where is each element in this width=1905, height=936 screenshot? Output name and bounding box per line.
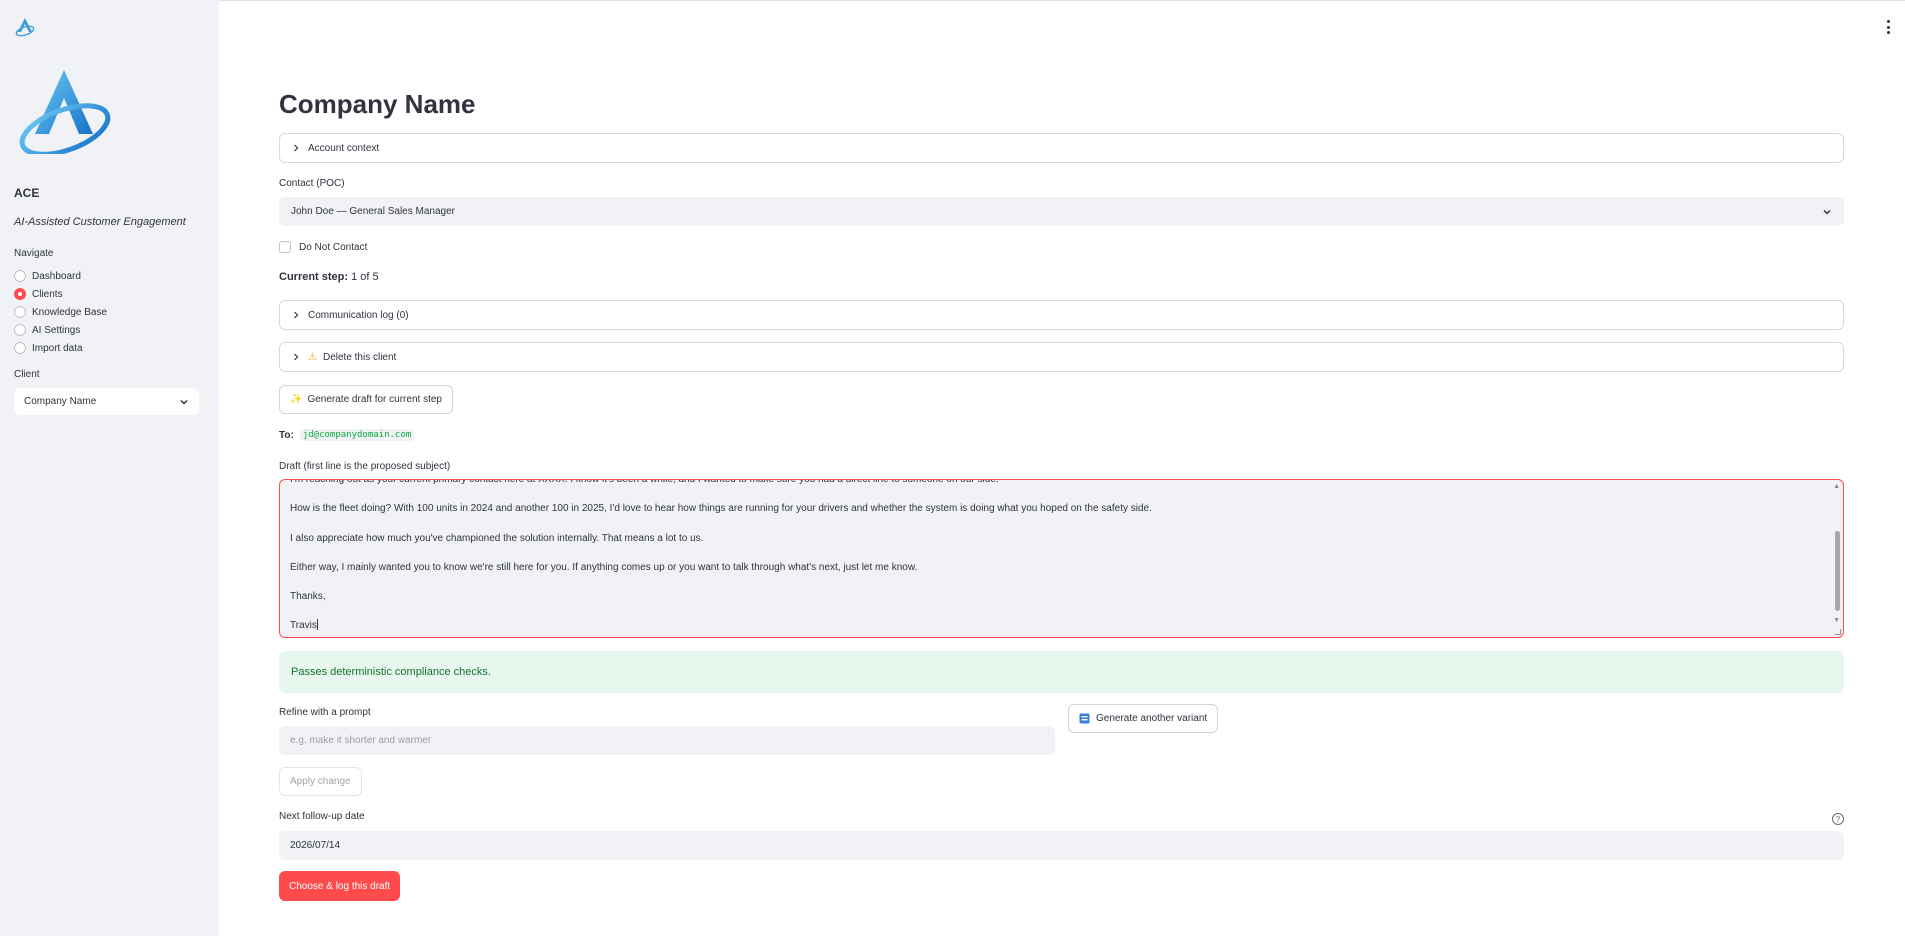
draft-text: I'm reaching out as your current primary… bbox=[290, 479, 1810, 637]
draft-textarea[interactable]: I'm reaching out as your current primary… bbox=[279, 479, 1844, 638]
nav-item-import-data[interactable]: Import data bbox=[14, 339, 107, 357]
chevron-down-icon bbox=[180, 399, 188, 405]
draft-scrollbar[interactable]: ▲ ▼ bbox=[1832, 481, 1842, 636]
followup-date-input[interactable]: 2026/07/14 bbox=[279, 831, 1844, 860]
recipient-email: jd@companydomain.com bbox=[299, 429, 415, 441]
variant-icon bbox=[1079, 713, 1090, 724]
resize-handle-icon[interactable] bbox=[1835, 629, 1841, 635]
account-context-expander[interactable]: Account context bbox=[279, 133, 1844, 163]
button-label: Generate another variant bbox=[1096, 713, 1208, 724]
radio-icon[interactable] bbox=[14, 270, 26, 282]
followup-date-value: 2026/07/14 bbox=[290, 840, 341, 851]
app-logo-icon bbox=[19, 70, 111, 154]
checkbox-label: Do Not Contact bbox=[299, 241, 368, 253]
checkbox-icon[interactable] bbox=[279, 241, 291, 253]
compliance-message: Passes deterministic compliance checks. bbox=[291, 666, 491, 678]
generate-variant-button[interactable]: Generate another variant bbox=[1068, 704, 1219, 733]
draft-line: I also appreciate how much you've champi… bbox=[290, 532, 704, 544]
client-select-value: Company Name bbox=[24, 396, 97, 407]
scroll-up-icon[interactable]: ▲ bbox=[1833, 483, 1840, 490]
refine-label: Refine with a prompt bbox=[279, 707, 371, 718]
draft-line: I'm reaching out as your current primary… bbox=[290, 479, 999, 485]
draft-line: Either way, I mainly wanted you to know … bbox=[290, 561, 918, 573]
communication-log-expander[interactable]: Communication log (0) bbox=[279, 300, 1844, 330]
expander-label: Communication log (0) bbox=[308, 309, 409, 321]
radio-icon[interactable] bbox=[14, 342, 26, 354]
nav-item-label: Dashboard bbox=[32, 270, 81, 282]
draft-label: Draft (first line is the proposed subjec… bbox=[279, 461, 451, 472]
current-step-label: Current step: bbox=[279, 271, 349, 283]
client-label: Client bbox=[14, 369, 40, 380]
chevron-down-icon bbox=[1823, 209, 1831, 215]
sidebar: ACE AI-Assisted Customer Engagement Navi… bbox=[0, 0, 219, 936]
button-label: Choose & log this draft bbox=[289, 880, 391, 892]
nav-item-dashboard[interactable]: Dashboard bbox=[14, 267, 107, 285]
warning-icon: ⚠ bbox=[308, 351, 317, 363]
nav-item-label: Knowledge Base bbox=[32, 306, 108, 318]
contact-label: Contact (POC) bbox=[279, 178, 345, 189]
apply-change-button[interactable]: Apply change bbox=[279, 767, 362, 796]
help-icon[interactable]: ? bbox=[1832, 813, 1844, 825]
draft-last-line: Travis bbox=[290, 619, 1810, 633]
top-divider bbox=[0, 0, 1905, 5]
client-select[interactable]: Company Name bbox=[14, 388, 199, 415]
nav-item-label: Clients bbox=[32, 288, 63, 300]
app-tagline: AI-Assisted Customer Engagement bbox=[14, 216, 186, 228]
expander-label: Delete this client bbox=[322, 351, 397, 363]
chevron-right-icon bbox=[294, 311, 299, 319]
chevron-right-icon bbox=[294, 144, 299, 152]
scroll-thumb[interactable] bbox=[1835, 531, 1840, 611]
draft-line: Travis bbox=[290, 620, 317, 632]
button-label: Apply change bbox=[290, 776, 351, 787]
app-name: ACE bbox=[14, 186, 40, 200]
contact-select[interactable]: John Doe — General Sales Manager bbox=[279, 197, 1844, 226]
current-step: Current step: 1 of 5 bbox=[279, 271, 379, 283]
scroll-down-icon[interactable]: ▼ bbox=[1833, 617, 1840, 624]
choose-log-draft-button[interactable]: Choose & log this draft bbox=[279, 871, 401, 901]
expander-label: Account context bbox=[308, 142, 380, 154]
button-label: Generate draft for current step bbox=[307, 394, 442, 405]
contact-select-value: John Doe — General Sales Manager bbox=[291, 206, 455, 217]
radio-icon[interactable] bbox=[14, 306, 26, 318]
app-logo-small-icon[interactable] bbox=[14, 16, 36, 38]
text-caret bbox=[316, 619, 318, 631]
page-title: Company Name bbox=[279, 89, 476, 119]
draft-line: Thanks, bbox=[290, 591, 326, 603]
recipient-row: To: jd@companydomain.com bbox=[279, 429, 415, 441]
nav-item-knowledge-base[interactable]: Knowledge Base bbox=[14, 303, 107, 321]
radio-selected-icon[interactable] bbox=[14, 288, 26, 300]
compliance-success-alert: Passes deterministic compliance checks. bbox=[279, 651, 1844, 693]
radio-icon[interactable] bbox=[14, 324, 26, 336]
main-menu-icon[interactable] bbox=[1885, 20, 1891, 34]
nav-item-clients[interactable]: Clients bbox=[14, 285, 107, 303]
nav-item-label: AI Settings bbox=[32, 324, 81, 336]
refine-placeholder: e.g. make it shorter and warmer bbox=[290, 735, 432, 746]
to-label: To: bbox=[279, 429, 294, 441]
generate-draft-button[interactable]: ✨ Generate draft for current step bbox=[279, 385, 453, 414]
followup-label: Next follow-up date bbox=[279, 811, 365, 822]
nav-radio-group: Dashboard Clients Knowledge Base AI Sett… bbox=[14, 267, 107, 357]
current-step-value: 1 of 5 bbox=[351, 271, 379, 283]
refine-input[interactable]: e.g. make it shorter and warmer bbox=[279, 726, 1055, 755]
nav-item-ai-settings[interactable]: AI Settings bbox=[14, 321, 107, 339]
sparkles-icon: ✨ bbox=[290, 394, 303, 405]
chevron-right-icon bbox=[294, 353, 299, 361]
nav-label: Navigate bbox=[14, 248, 54, 259]
do-not-contact-checkbox[interactable]: Do Not Contact bbox=[279, 241, 367, 253]
delete-client-expander[interactable]: ⚠ Delete this client bbox=[279, 342, 1844, 372]
draft-line: How is the fleet doing? With 100 units i… bbox=[290, 503, 1152, 515]
nav-item-label: Import data bbox=[32, 342, 83, 354]
